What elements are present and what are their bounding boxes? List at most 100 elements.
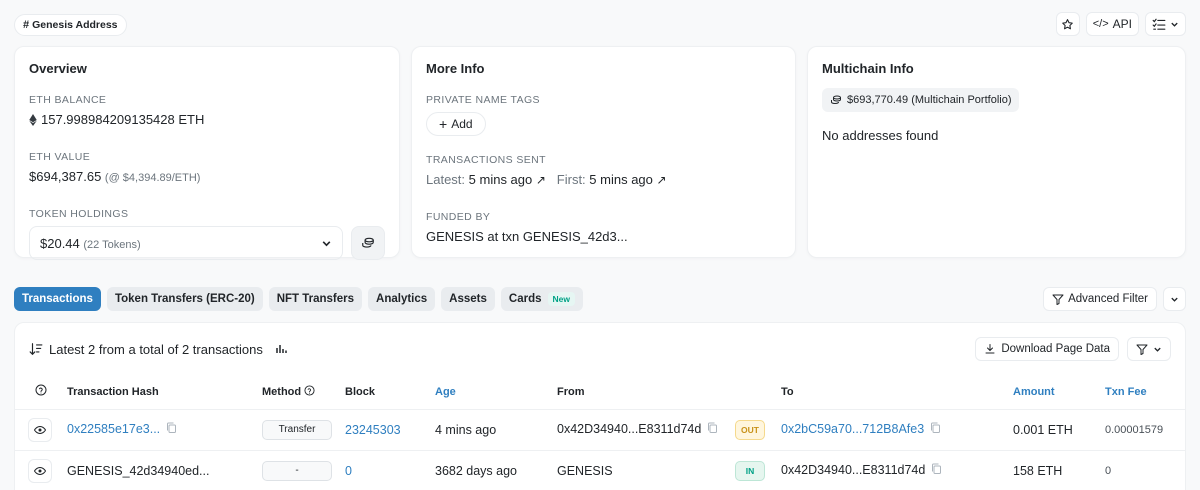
first-label: First:: [556, 172, 586, 187]
token-wallet-button[interactable]: [351, 226, 385, 260]
tab-label: NFT Transfers: [276, 293, 355, 305]
direction-badge-in: IN: [735, 460, 765, 481]
funded-by-label: FUNDED BY: [426, 211, 491, 223]
eth-balance: 157.998984209135428 ETH: [29, 112, 385, 127]
download-page-data-button[interactable]: Download Page Data: [975, 337, 1119, 361]
token-holdings-label: TOKEN HOLDINGS: [29, 208, 129, 220]
from-address[interactable]: GENESIS: [557, 464, 613, 478]
age-cell: 4 mins ago: [435, 409, 557, 451]
amount-cell: 158 ETH: [1013, 450, 1105, 490]
api-label: API: [1112, 17, 1132, 31]
fee-cell: 0.00001579: [1105, 409, 1185, 451]
copy-icon[interactable]: [707, 422, 718, 437]
age-cell: 3682 days ago: [435, 450, 557, 490]
amount-cell: 0.001 ETH: [1013, 409, 1105, 451]
more-info-title: More Info: [426, 61, 485, 76]
token-count: (22 Tokens): [83, 238, 141, 251]
direction-badge-out: OUT: [735, 419, 765, 440]
tab-bar: Transactions Token Transfers (ERC-20) NF…: [14, 287, 583, 311]
advanced-filter-button[interactable]: Advanced Filter: [1043, 287, 1157, 311]
tx-hash-link[interactable]: 0x22585e17e3...: [67, 422, 160, 436]
tab-analytics[interactable]: Analytics: [368, 287, 436, 311]
tx-sent-label: TRANSACTIONS SENT: [426, 154, 546, 166]
download-icon: [985, 344, 995, 354]
checklist-icon: [1152, 18, 1166, 30]
no-addresses-text: No addresses found: [822, 128, 939, 143]
arrow-up-right-icon[interactable]: ↗: [536, 173, 546, 187]
tab-label: Cards: [508, 293, 542, 305]
help-circle-icon[interactable]: [304, 385, 315, 396]
eye-icon: [34, 425, 46, 434]
transactions-summary: Latest 2 from a total of 2 transactions: [49, 341, 263, 357]
tab-nft-transfers[interactable]: NFT Transfers: [268, 287, 363, 311]
col-tx-hash: Transaction Hash: [67, 375, 262, 410]
latest-value[interactable]: 5 mins ago: [469, 172, 533, 187]
col-to: To: [781, 375, 1013, 410]
chevron-down-icon: [1154, 347, 1161, 352]
add-tag-button[interactable]: + Add: [426, 112, 486, 136]
plus-icon: +: [439, 116, 448, 132]
filter-icon: [1052, 294, 1064, 305]
filter-icon: [1136, 344, 1148, 355]
to-address-link[interactable]: 0x2bC59a70...712B8Afe3: [781, 422, 924, 436]
block-link[interactable]: 0: [345, 464, 352, 478]
arrow-up-right-icon[interactable]: ↗: [657, 173, 667, 187]
col-txn-fee[interactable]: Txn Fee: [1105, 375, 1185, 410]
chevron-down-icon: [322, 240, 331, 246]
download-label: Download Page Data: [1001, 343, 1110, 355]
col-method: Method: [262, 375, 345, 410]
view-details-button[interactable]: [28, 417, 52, 442]
eth-value-label: ETH VALUE: [29, 151, 91, 163]
block-link[interactable]: 23245303: [345, 423, 401, 437]
view-options-button[interactable]: [1145, 12, 1186, 36]
latest-label: Latest:: [426, 172, 466, 187]
tx-sent-values: Latest: 5 mins ago ↗ First: 5 mins ago ↗: [426, 172, 781, 187]
overview-card: Overview ETH BALANCE 157.998984209135428…: [14, 46, 400, 260]
api-button[interactable]: </> API: [1085, 12, 1139, 36]
eth-balance-value: 157.998984209135428 ETH: [41, 112, 205, 127]
add-label: Add: [451, 117, 473, 131]
col-amount[interactable]: Amount: [1013, 375, 1105, 410]
genesis-address-tag[interactable]: # Genesis Address: [14, 14, 127, 36]
multichain-portfolio: $693,770.49 (Multichain Portfolio): [847, 94, 1012, 106]
copy-icon[interactable]: [931, 463, 942, 478]
tab-token-transfers[interactable]: Token Transfers (ERC-20): [106, 287, 263, 311]
multichain-portfolio-button[interactable]: $693,770.49 (Multichain Portfolio): [822, 88, 1020, 112]
token-holdings-row: $20.44 (22 Tokens): [29, 226, 385, 260]
multichain-title: Multichain Info: [822, 61, 914, 76]
view-details-button[interactable]: [28, 458, 52, 483]
first-value[interactable]: 5 mins ago: [589, 172, 653, 187]
tab-label: Analytics: [376, 293, 428, 305]
tab-assets[interactable]: Assets: [441, 287, 495, 311]
chart-icon[interactable]: [275, 343, 287, 355]
copy-icon[interactable]: [166, 422, 177, 437]
tx-hash-text[interactable]: GENESIS_42d34940ed...: [67, 464, 209, 478]
method-badge: -: [262, 460, 332, 481]
tab-transactions[interactable]: Transactions: [14, 287, 101, 311]
more-info-card: More Info PRIVATE NAME TAGS + Add TRANSA…: [411, 46, 796, 258]
tab-label: Token Transfers (ERC-20): [114, 293, 255, 305]
to-address[interactable]: 0x42D34940...E8311d74d: [781, 463, 925, 477]
coins-icon: [831, 95, 841, 105]
table-filter-button[interactable]: [1127, 337, 1171, 361]
method-badge: Transfer: [262, 419, 332, 440]
help-circle-icon[interactable]: [35, 384, 47, 396]
favorite-button[interactable]: [1055, 12, 1080, 36]
col-method-label: Method: [262, 386, 302, 399]
code-icon: </>: [1092, 18, 1109, 30]
advanced-filter-group: Advanced Filter: [1043, 287, 1186, 311]
col-age[interactable]: Age: [435, 375, 557, 410]
from-address[interactable]: 0x42D34940...E8311d74d: [557, 422, 701, 436]
copy-icon[interactable]: [930, 422, 941, 437]
top-actions: </> API: [1055, 12, 1186, 36]
tab-cards[interactable]: Cards New: [500, 287, 583, 311]
private-tags-label: PRIVATE NAME TAGS: [426, 94, 540, 106]
token-holdings-dropdown[interactable]: $20.44 (22 Tokens): [29, 226, 344, 260]
funded-by-value[interactable]: GENESIS at txn GENESIS_42d3...: [426, 229, 781, 244]
sort-icon[interactable]: [29, 342, 43, 356]
eth-value: $694,387.65 (@ $4,394.89/ETH): [29, 169, 385, 184]
hash-icon: #: [23, 19, 30, 31]
advanced-filter-dropdown[interactable]: [1163, 287, 1186, 311]
chevron-down-icon: [1171, 22, 1178, 27]
new-badge: New: [547, 292, 575, 306]
